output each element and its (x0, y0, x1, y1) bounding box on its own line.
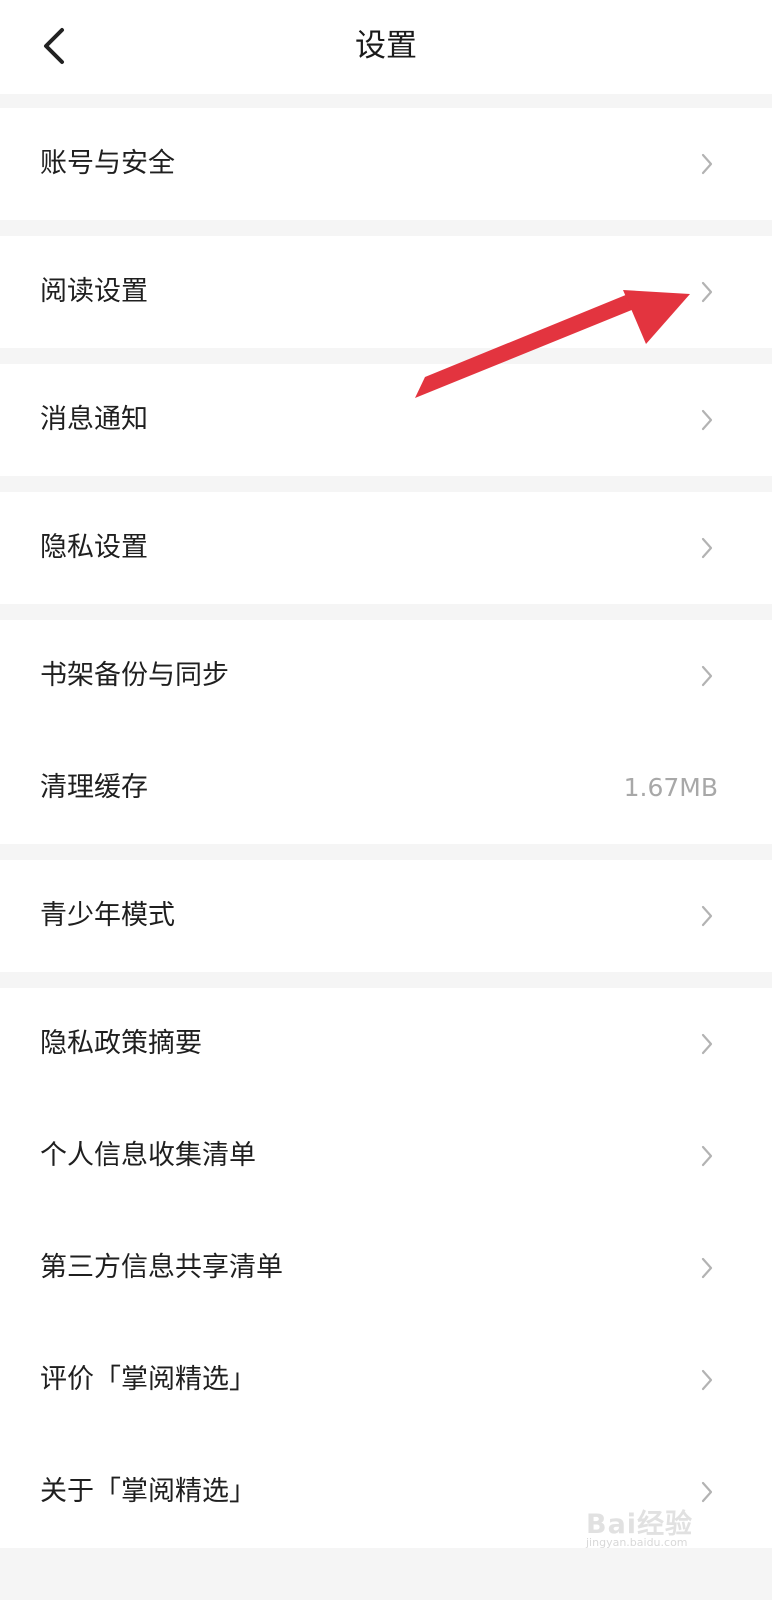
settings-item-label: 关于「掌阅精选」 (40, 1476, 256, 1507)
settings-item-label: 隐私设置 (40, 532, 148, 563)
settings-item-account-security[interactable]: 账号与安全 (0, 108, 772, 220)
settings-item-notification[interactable]: 消息通知 (0, 364, 772, 476)
chevron-right-icon (700, 1032, 714, 1056)
settings-item-label: 隐私政策摘要 (40, 1028, 202, 1059)
settings-item-teen-mode[interactable]: 青少年模式 (0, 860, 772, 972)
settings-item-privacy-summary[interactable]: 隐私政策摘要 (0, 988, 772, 1100)
chevron-right-icon (700, 1144, 714, 1168)
settings-item-label: 书架备份与同步 (40, 660, 229, 691)
chevron-right-icon (700, 280, 714, 304)
chevron-right-icon (700, 408, 714, 432)
settings-item-label: 消息通知 (40, 404, 148, 435)
settings-item-label: 清理缓存 (40, 772, 148, 803)
settings-item-privacy[interactable]: 隐私设置 (0, 492, 772, 604)
settings-group-teen: 青少年模式 (0, 860, 772, 972)
settings-item-label: 阅读设置 (40, 276, 148, 307)
settings-item-bookshelf-backup[interactable]: 书架备份与同步 (0, 620, 772, 732)
settings-group-notification: 消息通知 (0, 364, 772, 476)
chevron-right-icon (700, 1368, 714, 1392)
top-bar: 设置 (0, 0, 772, 94)
chevron-right-icon (700, 1256, 714, 1280)
settings-group-account: 账号与安全 (0, 108, 772, 220)
settings-group-about: 隐私政策摘要 个人信息收集清单 第三方信息共享清单 评价「掌阅精选」 关于「掌阅… (0, 988, 772, 1548)
settings-group-reading: 阅读设置 (0, 236, 772, 348)
chevron-right-icon (700, 904, 714, 928)
settings-item-third-party-sharing[interactable]: 第三方信息共享清单 (0, 1212, 772, 1324)
settings-item-clear-cache[interactable]: 清理缓存 1.67MB (0, 732, 772, 844)
settings-item-label: 个人信息收集清单 (40, 1140, 256, 1171)
chevron-right-icon (700, 536, 714, 560)
settings-item-reading[interactable]: 阅读设置 (0, 236, 772, 348)
settings-item-rate-app[interactable]: 评价「掌阅精选」 (0, 1324, 772, 1436)
chevron-right-icon (700, 152, 714, 176)
settings-item-label: 账号与安全 (40, 148, 175, 179)
settings-group-storage: 书架备份与同步 清理缓存 1.67MB (0, 620, 772, 844)
settings-item-personal-info-list[interactable]: 个人信息收集清单 (0, 1100, 772, 1212)
settings-item-label: 第三方信息共享清单 (40, 1252, 283, 1283)
page-title: 设置 (355, 28, 417, 64)
settings-item-label: 青少年模式 (40, 900, 175, 931)
chevron-right-icon (700, 664, 714, 688)
settings-group-privacy: 隐私设置 (0, 492, 772, 604)
settings-page: 设置 账号与安全 阅读设置 消息通知 隐私设置 书架备份与同步 清理缓存 1.6… (0, 0, 772, 1600)
settings-item-about-app[interactable]: 关于「掌阅精选」 (0, 1436, 772, 1548)
settings-item-label: 评价「掌阅精选」 (40, 1364, 256, 1395)
chevron-right-icon (700, 1480, 714, 1504)
cache-size-value: 1.67MB (623, 773, 718, 802)
